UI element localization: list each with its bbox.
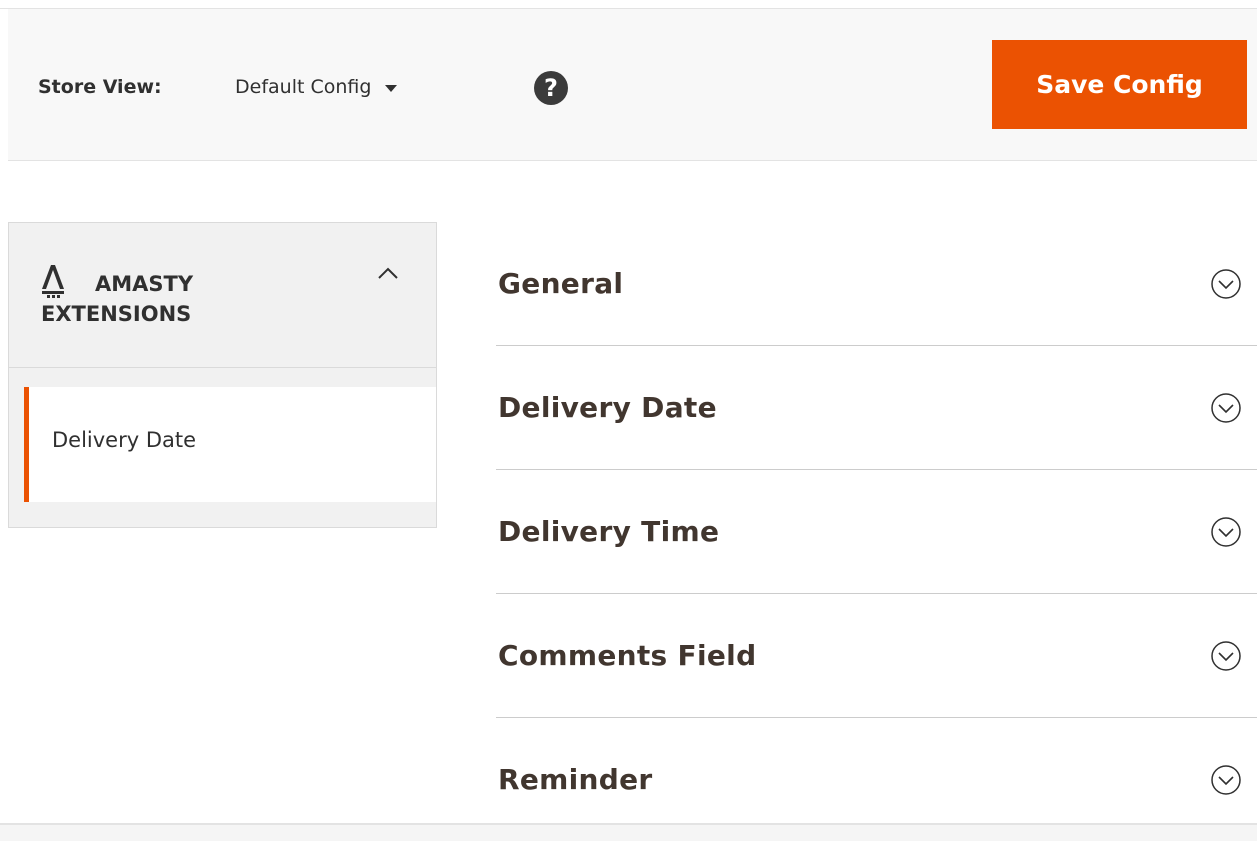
expand-circle-icon[interactable] [1210,268,1242,300]
section-general[interactable]: General [496,222,1257,346]
chevron-up-icon[interactable] [375,263,401,283]
section-delivery-time[interactable]: Delivery Time [496,470,1257,594]
sidebar-item-delivery-date[interactable]: Delivery Date [24,387,436,502]
section-title[interactable]: Reminder [498,763,653,796]
store-view-switcher[interactable]: Default Config [235,76,398,98]
config-sidebar: AMASTY EXTENSIONS Delivery Date [8,222,437,528]
caret-down-icon[interactable] [385,85,398,92]
sidebar-item-label[interactable]: Delivery Date [52,428,196,452]
section-title[interactable]: Delivery Date [498,391,717,424]
config-toolbar: Store View: Default Config ? Save Config [8,9,1257,161]
sidebar-group-line1: AMASTY [95,272,194,296]
section-delivery-date[interactable]: Delivery Date [496,346,1257,470]
section-title[interactable]: Delivery Time [498,515,719,548]
save-config-button[interactable]: Save Config [992,40,1247,129]
store-view-value[interactable]: Default Config [235,76,371,98]
bottom-divider [0,823,1257,841]
expand-circle-icon[interactable] [1210,516,1242,548]
section-title[interactable]: Comments Field [498,639,756,672]
sidebar-group-line2: EXTENSIONS [41,302,192,326]
expand-circle-icon[interactable] [1210,764,1242,796]
section-comments-field[interactable]: Comments Field [496,594,1257,718]
expand-circle-icon[interactable] [1210,392,1242,424]
sidebar-group-amasty-extensions[interactable]: AMASTY EXTENSIONS [9,223,436,368]
sidebar-group-title: AMASTY EXTENSIONS [41,269,193,329]
store-view-label: Store View: [38,76,162,98]
expand-circle-icon[interactable] [1210,640,1242,672]
help-icon[interactable]: ? [534,71,568,105]
section-title[interactable]: General [498,267,623,300]
